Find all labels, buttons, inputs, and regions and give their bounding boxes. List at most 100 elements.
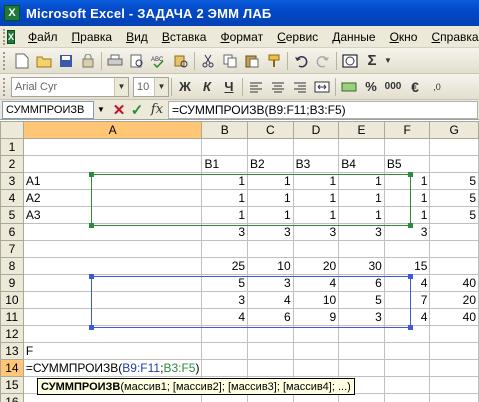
cell-c14[interactable] [247, 359, 294, 377]
cell-d1[interactable] [292, 138, 340, 156]
save-icon[interactable] [55, 50, 77, 72]
insert-function-icon[interactable]: fx [146, 102, 168, 117]
row-header-12[interactable]: 12 [0, 325, 24, 343]
cell-b5[interactable]: 1 [201, 206, 249, 224]
cell-a14-editing[interactable]: =СУММПРОИЗВ(B9:F11;B3:F5) [22, 359, 203, 377]
row-header-5[interactable]: 5 [0, 206, 24, 224]
cell-a12[interactable] [22, 325, 203, 343]
cell-c7[interactable] [247, 240, 294, 258]
cell-a2[interactable] [22, 155, 203, 173]
cell-g11[interactable]: 40 [429, 308, 479, 326]
cell-c2[interactable]: B2 [247, 155, 294, 173]
cell-f5[interactable]: 1 [383, 206, 431, 224]
autosum-icon[interactable]: Σ [361, 50, 383, 72]
cell-g8[interactable] [429, 257, 479, 275]
redo-icon[interactable] [312, 50, 334, 72]
menu-data[interactable]: Данные [325, 30, 382, 44]
cell-b6[interactable]: 3 [201, 223, 249, 241]
cell-d2[interactable]: B3 [292, 155, 340, 173]
increase-decimal-icon[interactable]: ,0 [426, 76, 448, 98]
row-header-8[interactable]: 8 [0, 257, 24, 275]
column-header-b[interactable]: B [201, 121, 249, 139]
row-header-7[interactable]: 7 [0, 240, 24, 258]
cell-g13[interactable] [429, 342, 479, 360]
cell-e3[interactable]: 1 [338, 172, 385, 190]
cell-e7[interactable] [338, 240, 385, 258]
cell-b3[interactable]: 1 [201, 172, 249, 190]
research-icon[interactable] [170, 50, 192, 72]
cell-a5[interactable]: A3 [22, 206, 203, 224]
menu-window[interactable]: Окно [383, 30, 425, 44]
cell-f2[interactable]: B5 [383, 155, 431, 173]
row-header-2[interactable]: 2 [0, 155, 24, 173]
cell-f13[interactable] [383, 342, 431, 360]
cell-b7[interactable] [201, 240, 249, 258]
cell-f6[interactable]: 3 [383, 223, 431, 241]
excel-app-icon[interactable]: X [4, 5, 20, 21]
cell-e1[interactable] [338, 138, 385, 156]
bold-icon[interactable]: Ж [174, 76, 196, 98]
cell-c10[interactable]: 4 [247, 291, 294, 309]
cell-f1[interactable] [383, 138, 431, 156]
cell-g14[interactable] [429, 359, 479, 377]
print-preview-icon[interactable] [126, 50, 148, 72]
italic-icon[interactable]: К [196, 76, 218, 98]
cell-a11[interactable] [22, 308, 203, 326]
cell-f11[interactable]: 4 [383, 308, 431, 326]
cell-d8[interactable]: 20 [292, 257, 340, 275]
cell-f4[interactable]: 1 [383, 189, 431, 207]
cell-b1[interactable] [201, 138, 249, 156]
permission-icon[interactable] [77, 50, 99, 72]
cell-c12[interactable] [247, 325, 294, 343]
menu-view[interactable]: Вид [119, 30, 155, 44]
align-left-icon[interactable] [245, 76, 267, 98]
cell-d9[interactable]: 4 [292, 274, 340, 292]
open-icon[interactable] [33, 50, 55, 72]
cell-g12[interactable] [429, 325, 479, 343]
currency-icon[interactable] [338, 76, 360, 98]
cell-e8[interactable]: 30 [338, 257, 385, 275]
cut-icon[interactable] [197, 50, 219, 72]
row-header-1[interactable]: 1 [0, 138, 24, 156]
cell-g9[interactable]: 40 [429, 274, 479, 292]
select-all-corner[interactable] [0, 121, 24, 139]
cell-e9[interactable]: 6 [338, 274, 385, 292]
menu-file[interactable]: Файл [21, 30, 65, 44]
row-header-9[interactable]: 9 [0, 274, 24, 292]
cell-b2[interactable]: B1 [201, 155, 249, 173]
cell-f9[interactable]: 4 [383, 274, 431, 292]
row-header-11[interactable]: 11 [0, 308, 24, 326]
cell-g7[interactable] [429, 240, 479, 258]
cell-f12[interactable] [383, 325, 431, 343]
cell-c9[interactable]: 3 [247, 274, 294, 292]
cell-d6[interactable]: 3 [292, 223, 340, 241]
worksheet-grid[interactable]: A B C D E F G 1 2 B1 B2 B3 B4 B5 3 A1 1 1 1 1 1 5 4 A2 1 1… [0, 121, 479, 402]
cell-f8[interactable]: 15 [383, 257, 431, 275]
cell-d7[interactable] [292, 240, 340, 258]
toolbar-grip[interactable] [3, 77, 8, 96]
row-header-14[interactable]: 14 [0, 359, 24, 377]
cell-b13[interactable] [201, 342, 249, 360]
cell-b10[interactable]: 3 [201, 291, 249, 309]
cell-g10[interactable]: 20 [429, 291, 479, 309]
row-header-16[interactable]: 16 [0, 393, 24, 402]
chevron-down-icon[interactable]: ▼ [154, 77, 168, 96]
row-header-6[interactable]: 6 [0, 223, 24, 241]
row-header-13[interactable]: 13 [0, 342, 24, 360]
row-header-4[interactable]: 4 [0, 189, 24, 207]
cell-f16[interactable] [383, 393, 431, 402]
cell-c6[interactable]: 3 [247, 223, 294, 241]
cell-a9[interactable] [22, 274, 203, 292]
name-box[interactable]: СУММПРОИЗВ [2, 100, 94, 119]
cell-g4[interactable]: 5 [429, 189, 479, 207]
cell-a8[interactable] [22, 257, 203, 275]
column-header-g[interactable]: G [429, 121, 479, 139]
cell-a7[interactable] [22, 240, 203, 258]
cell-a10[interactable] [22, 291, 203, 309]
cell-b4[interactable]: 1 [201, 189, 249, 207]
column-header-e[interactable]: E [338, 121, 385, 139]
menu-tools[interactable]: Сервис [270, 30, 325, 44]
percent-icon[interactable]: % [360, 76, 382, 98]
cell-b9[interactable]: 5 [201, 274, 249, 292]
cell-b12[interactable] [201, 325, 249, 343]
